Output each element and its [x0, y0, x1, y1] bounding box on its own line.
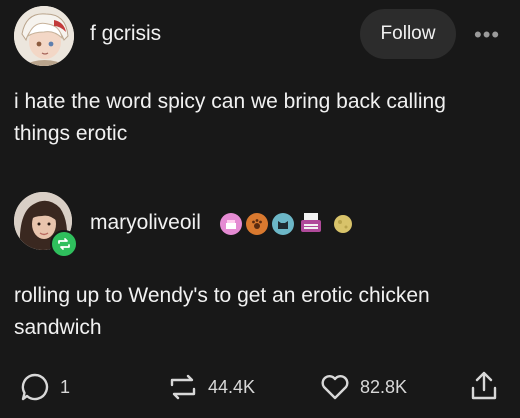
post-author[interactable]: f gcrisis — [90, 22, 161, 46]
reply-count: 1 — [60, 376, 71, 397]
like-button[interactable]: 82.8K — [318, 370, 407, 404]
reblog-icon — [170, 374, 196, 400]
heart-icon — [321, 375, 349, 400]
reblog-button[interactable]: 44.4K — [166, 370, 255, 404]
reply-button[interactable]: 1 — [18, 370, 70, 404]
reply-icon — [21, 373, 49, 401]
avatar-gcrisis[interactable] — [14, 6, 74, 66]
reblog-count: 44.4K — [208, 376, 256, 397]
moon-badge-icon[interactable] — [332, 213, 354, 235]
share-icon — [471, 371, 497, 400]
more-options-icon[interactable]: ••• — [474, 22, 500, 48]
like-count: 82.8K — [360, 376, 408, 397]
paw-badge-icon[interactable] — [246, 213, 268, 235]
share-button[interactable] — [466, 368, 502, 404]
reblog-badge-icon — [50, 230, 78, 258]
reblog-text: rolling up to Wendy's to get an erotic c… — [14, 284, 430, 339]
typewriter-badge-icon[interactable] — [298, 211, 324, 237]
cat-badge-icon[interactable] — [272, 213, 294, 235]
follow-button[interactable]: Follow — [360, 9, 456, 59]
post-text: i hate the word spicy can we bring back … — [14, 90, 446, 145]
reblog-author[interactable]: maryoliveoil — [90, 211, 201, 235]
cake-badge-icon[interactable] — [220, 213, 242, 235]
